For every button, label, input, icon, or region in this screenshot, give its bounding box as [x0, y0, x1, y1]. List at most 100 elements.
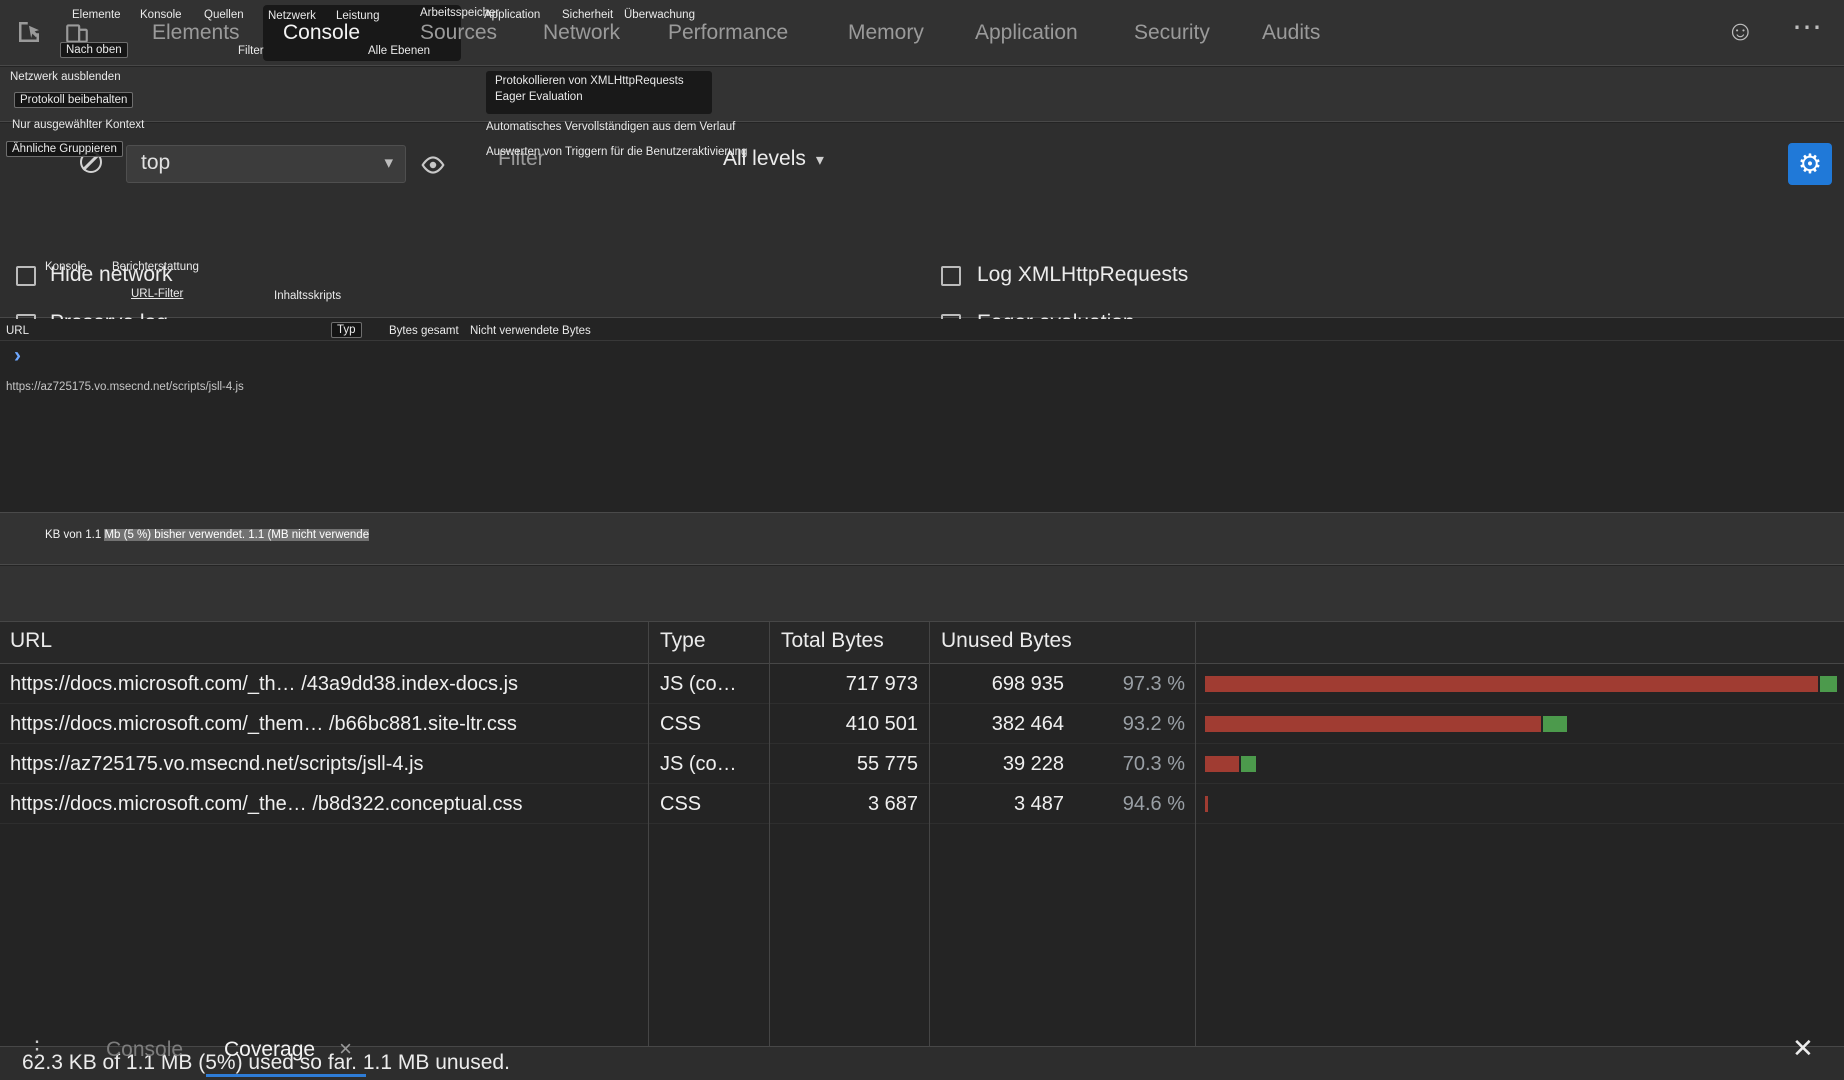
devtools-menu-icon[interactable]: ⋯	[1792, 10, 1822, 45]
cell-type: JS (co…	[660, 744, 737, 784]
cell-unused-percent: 94.6 %	[1075, 784, 1185, 824]
de-coverage-summary-overlay: KB von 1.1 Mb (5 %) bisher verwendet. 1.…	[45, 529, 369, 541]
tab-security[interactable]: Security	[1134, 0, 1210, 66]
cell-unused-percent: 70.3 %	[1075, 744, 1185, 784]
console-prompt-chevron[interactable]: ›	[14, 344, 21, 368]
usage-bar	[1205, 796, 1208, 812]
drawer-close-icon[interactable]: ✕	[1792, 1033, 1814, 1064]
cell-unused-bytes: 698 935	[940, 664, 1064, 704]
usage-bar	[1205, 676, 1837, 692]
unused-bar-segment	[1205, 676, 1818, 692]
used-bar-segment	[1820, 676, 1837, 692]
column-header-unused-bytes[interactable]: Unused Bytes	[941, 629, 1072, 653]
de-label-ueberwachung: Überwachung	[624, 9, 695, 21]
de-label-url-filter: URL-Filter	[131, 288, 183, 300]
de-label-protokollieren-xhr: Protokollieren von XMLHttpRequests	[495, 75, 703, 87]
cell-total-bytes: 3 687	[780, 784, 918, 824]
de-label-nach-oben: Nach oben	[60, 42, 128, 58]
de-label-alle-ebenen: Alle Ebenen	[368, 45, 430, 57]
context-value: top	[141, 151, 170, 175]
checkbox-log-xmlhttprequests[interactable]	[941, 266, 961, 286]
label-log-xmlhttprequests[interactable]: Log XMLHttpRequests	[977, 263, 1188, 287]
cell-url[interactable]: https://docs.microsoft.com/_th… /43a9dd3…	[10, 664, 518, 704]
column-divider[interactable]	[1195, 622, 1196, 1046]
de-label-application: Application	[484, 9, 540, 21]
cell-unused-bytes: 39 228	[940, 744, 1064, 784]
column-divider[interactable]	[648, 622, 649, 1046]
column-divider[interactable]	[769, 622, 770, 1046]
table-row[interactable]: https://docs.microsoft.com/_them… /b66bc…	[0, 704, 1844, 744]
coverage-table-header: URL Type Total Bytes Unused Bytes	[0, 622, 1844, 664]
de-col-nicht-verwendet: Nicht verwendete Bytes	[470, 325, 591, 337]
console-messages-area	[0, 319, 1844, 512]
cell-url[interactable]: https://az725175.vo.msecnd.net/scripts/j…	[10, 744, 424, 784]
cell-url[interactable]: https://docs.microsoft.com/_them… /b66bc…	[10, 704, 517, 744]
de-kb-highlight-2: (MB nicht verwende	[267, 529, 369, 541]
drawer-tab-coverage[interactable]: Coverage ×	[206, 1025, 366, 1077]
cell-total-bytes: 410 501	[780, 704, 918, 744]
chevron-down-icon: ▾	[384, 153, 393, 173]
de-label-netzwerk: Netzwerk	[268, 10, 316, 22]
de-label-elemente: Elemente	[72, 9, 121, 21]
coverage-tab-label: Coverage	[224, 1038, 315, 1062]
de-label-konsole: Konsole	[140, 9, 182, 21]
coverage-tab-close-icon[interactable]: ×	[339, 1036, 352, 1062]
console-settings-button[interactable]: ⚙	[1788, 143, 1832, 185]
de-label-inhaltsskripts: Inhaltsskripts	[274, 290, 341, 302]
table-row[interactable]: https://az725175.vo.msecnd.net/scripts/j…	[0, 744, 1844, 784]
de-label-berichterstattung: Berichterstattung	[112, 261, 199, 273]
de-label-konsole-2: Konsole	[45, 261, 87, 273]
cell-unused-bytes: 382 464	[940, 704, 1064, 744]
de-label-quellen: Quellen	[204, 9, 244, 21]
cell-url[interactable]: https://docs.microsoft.com/_the… /b8d322…	[10, 784, 522, 824]
cell-unused-percent: 97.3 %	[1075, 664, 1185, 704]
de-label-autocomplete-verlauf: Automatisches Vervollständigen aus dem V…	[486, 121, 735, 133]
de-label-filter: Filter	[238, 45, 264, 57]
console-toolbar: top ▾ Filter All levels▾ ⚙	[0, 67, 1844, 122]
inspect-element-icon[interactable]	[14, 17, 44, 52]
unused-bar-segment	[1205, 716, 1541, 732]
column-header-total-bytes[interactable]: Total Bytes	[781, 629, 884, 653]
de-col-typ: Typ	[331, 322, 362, 338]
de-label-nur-ausgewaehlter-kontext: Nur ausgewählter Kontext	[12, 119, 144, 131]
unused-bar-segment	[1205, 756, 1239, 772]
tab-application[interactable]: Application	[975, 0, 1078, 66]
column-divider[interactable]	[929, 622, 930, 1046]
table-row[interactable]: https://docs.microsoft.com/_the… /b8d322…	[0, 784, 1844, 824]
console-divider	[0, 340, 1844, 341]
cell-unused-percent: 93.2 %	[1075, 704, 1185, 744]
de-label-netzwerk-ausblenden: Netzwerk ausblenden	[10, 71, 121, 83]
de-col-url: URL	[6, 325, 29, 337]
console-ghost-url: https://az725175.vo.msecnd.net/scripts/j…	[6, 381, 244, 393]
cell-type: CSS	[660, 784, 701, 824]
de-tooltip-box: Protokollieren von XMLHttpRequests Eager…	[486, 71, 712, 114]
drawer-tab-console[interactable]: Console	[106, 1038, 183, 1062]
de-label-eager-evaluation: Eager Evaluation	[495, 91, 703, 103]
feedback-smiley-icon[interactable]: ☺	[1726, 15, 1755, 47]
checkbox-hide-network[interactable]	[16, 266, 36, 286]
execution-context-select[interactable]: top ▾	[126, 145, 406, 183]
coverage-toolbar: Content scripts	[0, 566, 1844, 622]
cell-type: CSS	[660, 704, 701, 744]
cell-unused-bytes: 3 487	[940, 784, 1064, 824]
cell-total-bytes: 55 775	[780, 744, 918, 784]
column-header-url[interactable]: URL	[10, 629, 52, 653]
de-kb-highlight-1: Mb (5 %) bisher verwendet. 1.1	[104, 529, 267, 541]
tab-memory[interactable]: Memory	[848, 0, 924, 66]
de-label-protokoll-beibehalten: Protokoll beibehalten	[14, 92, 133, 108]
cell-total-bytes: 717 973	[780, 664, 918, 704]
de-label-trigger-benutzeraktivierung: Auswerten von Triggern für die Benutzera…	[486, 146, 747, 158]
tab-audits[interactable]: Audits	[1262, 0, 1320, 66]
de-label-sicherheit: Sicherheit	[562, 9, 613, 21]
de-label-leistung: Leistung	[336, 10, 379, 22]
column-header-type[interactable]: Type	[660, 629, 706, 653]
live-expression-eye-icon[interactable]	[420, 152, 446, 183]
used-bar-segment	[1241, 756, 1256, 772]
de-kb-prefix: KB von 1.1	[45, 529, 104, 541]
de-label-aehnliche-gruppieren: Ähnliche Gruppieren	[6, 141, 123, 157]
cell-type: JS (co…	[660, 664, 737, 704]
table-row[interactable]: https://docs.microsoft.com/_th… /43a9dd3…	[0, 664, 1844, 704]
drawer-menu-kebab-icon[interactable]: ⋮	[26, 1036, 48, 1062]
chevron-down-icon: ▾	[816, 152, 824, 169]
usage-bar	[1205, 756, 1256, 772]
